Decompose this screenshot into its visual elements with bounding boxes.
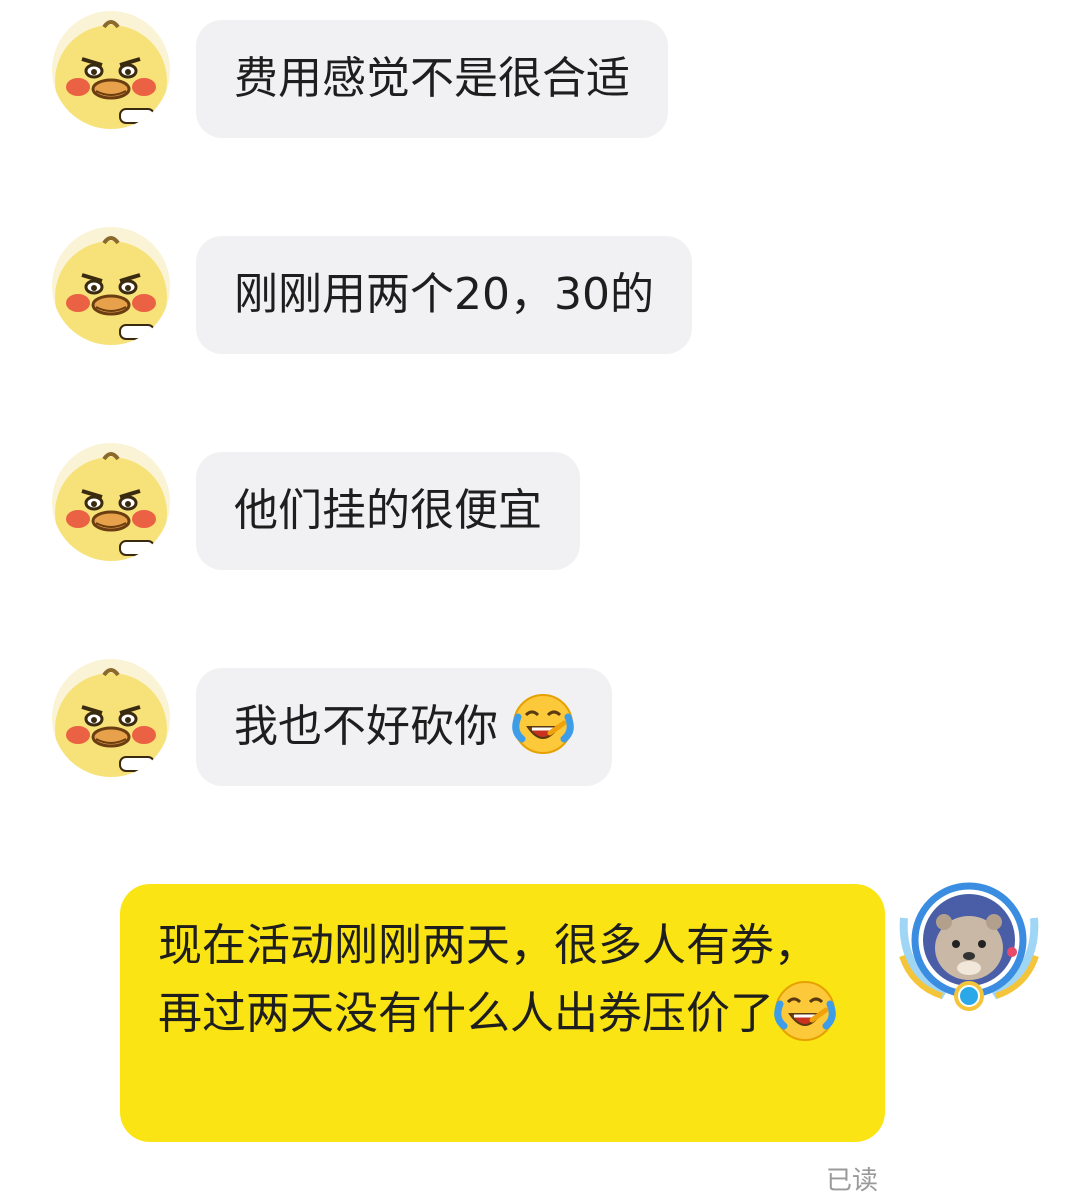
- message-text: 他们挂的很便宜: [234, 485, 542, 536]
- duck-avatar-icon[interactable]: [52, 443, 170, 561]
- crying-laughing-emoji-icon: [774, 980, 836, 1042]
- crying-laughing-emoji-icon: [512, 682, 574, 744]
- message-text: 刚刚用两个20，30的: [234, 269, 654, 320]
- otter-avatar-icon[interactable]: [894, 878, 1044, 1018]
- message-bubble-incoming[interactable]: 刚刚用两个20，30的: [196, 236, 692, 354]
- message-bubble-outgoing[interactable]: 现在活动刚刚两天，很多人有券，再过两天没有什么人出券压价了: [120, 884, 885, 1142]
- message-bubble-incoming[interactable]: 他们挂的很便宜: [196, 452, 580, 570]
- duck-avatar-icon[interactable]: [52, 11, 170, 129]
- message-text: 费用感觉不是很合适: [234, 53, 630, 104]
- duck-avatar-icon[interactable]: [52, 227, 170, 345]
- message-bubble-incoming[interactable]: 费用感觉不是很合适: [196, 20, 668, 138]
- read-status-label: 已读: [826, 1166, 879, 1196]
- message-bubble-incoming[interactable]: 我也不好砍你: [196, 668, 612, 786]
- message-text: 我也不好砍你: [234, 701, 498, 752]
- duck-avatar-icon[interactable]: [52, 659, 170, 777]
- message-text: 现在活动刚刚两天，很多人有券，再过两天没有什么人出券压价了: [158, 920, 818, 1039]
